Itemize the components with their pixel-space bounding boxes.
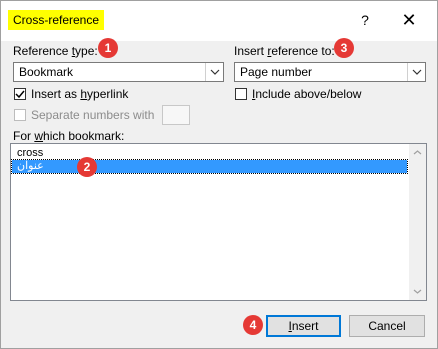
insert-button[interactable]: Insert bbox=[266, 315, 341, 337]
separate-numbers-label: Separate numbers with bbox=[31, 108, 155, 122]
step-badge-3: 3 bbox=[334, 38, 354, 58]
insert-reference-to-label: Insert reference to: bbox=[234, 44, 335, 58]
reference-type-value: Bookmark bbox=[19, 65, 74, 79]
include-above-below-label: Include above/below bbox=[252, 87, 362, 101]
dialog-title: Cross-reference bbox=[8, 10, 105, 30]
cancel-button[interactable]: Cancel bbox=[349, 315, 425, 337]
bookmark-listbox[interactable]: cross عنوان bbox=[10, 143, 427, 301]
insert-reference-to-value: Page number bbox=[240, 65, 313, 79]
chevron-down-icon bbox=[205, 63, 223, 81]
help-button[interactable]: ? bbox=[355, 9, 375, 31]
vertical-scrollbar[interactable] bbox=[409, 144, 426, 300]
scroll-down-icon[interactable] bbox=[409, 283, 426, 300]
for-which-bookmark-label: For which bookmark: bbox=[13, 129, 125, 143]
insert-reference-to-select[interactable]: Page number bbox=[234, 62, 426, 82]
reference-type-label: Reference type: bbox=[13, 44, 98, 58]
cross-reference-dialog: Cross-reference ? ✕ Reference type: 1 Bo… bbox=[0, 0, 438, 349]
separate-numbers-input[interactable] bbox=[162, 105, 190, 125]
include-above-below-checkbox[interactable] bbox=[235, 88, 247, 100]
title-bar: Cross-reference ? ✕ bbox=[1, 1, 437, 41]
list-item[interactable]: cross bbox=[12, 147, 407, 160]
step-badge-4: 4 bbox=[243, 315, 263, 335]
step-badge-2: 2 bbox=[77, 157, 97, 177]
insert-as-hyperlink-checkbox[interactable] bbox=[14, 88, 26, 100]
reference-type-select[interactable]: Bookmark bbox=[13, 62, 224, 82]
scroll-up-icon[interactable] bbox=[409, 144, 426, 161]
checkmark-icon bbox=[15, 90, 25, 98]
chevron-down-icon bbox=[407, 63, 425, 81]
separate-numbers-checkbox[interactable] bbox=[14, 109, 26, 121]
list-item-selected[interactable]: عنوان bbox=[11, 159, 408, 174]
close-button[interactable]: ✕ bbox=[397, 9, 421, 31]
insert-as-hyperlink-label: Insert as hyperlink bbox=[31, 87, 129, 101]
step-badge-1: 1 bbox=[98, 38, 118, 58]
